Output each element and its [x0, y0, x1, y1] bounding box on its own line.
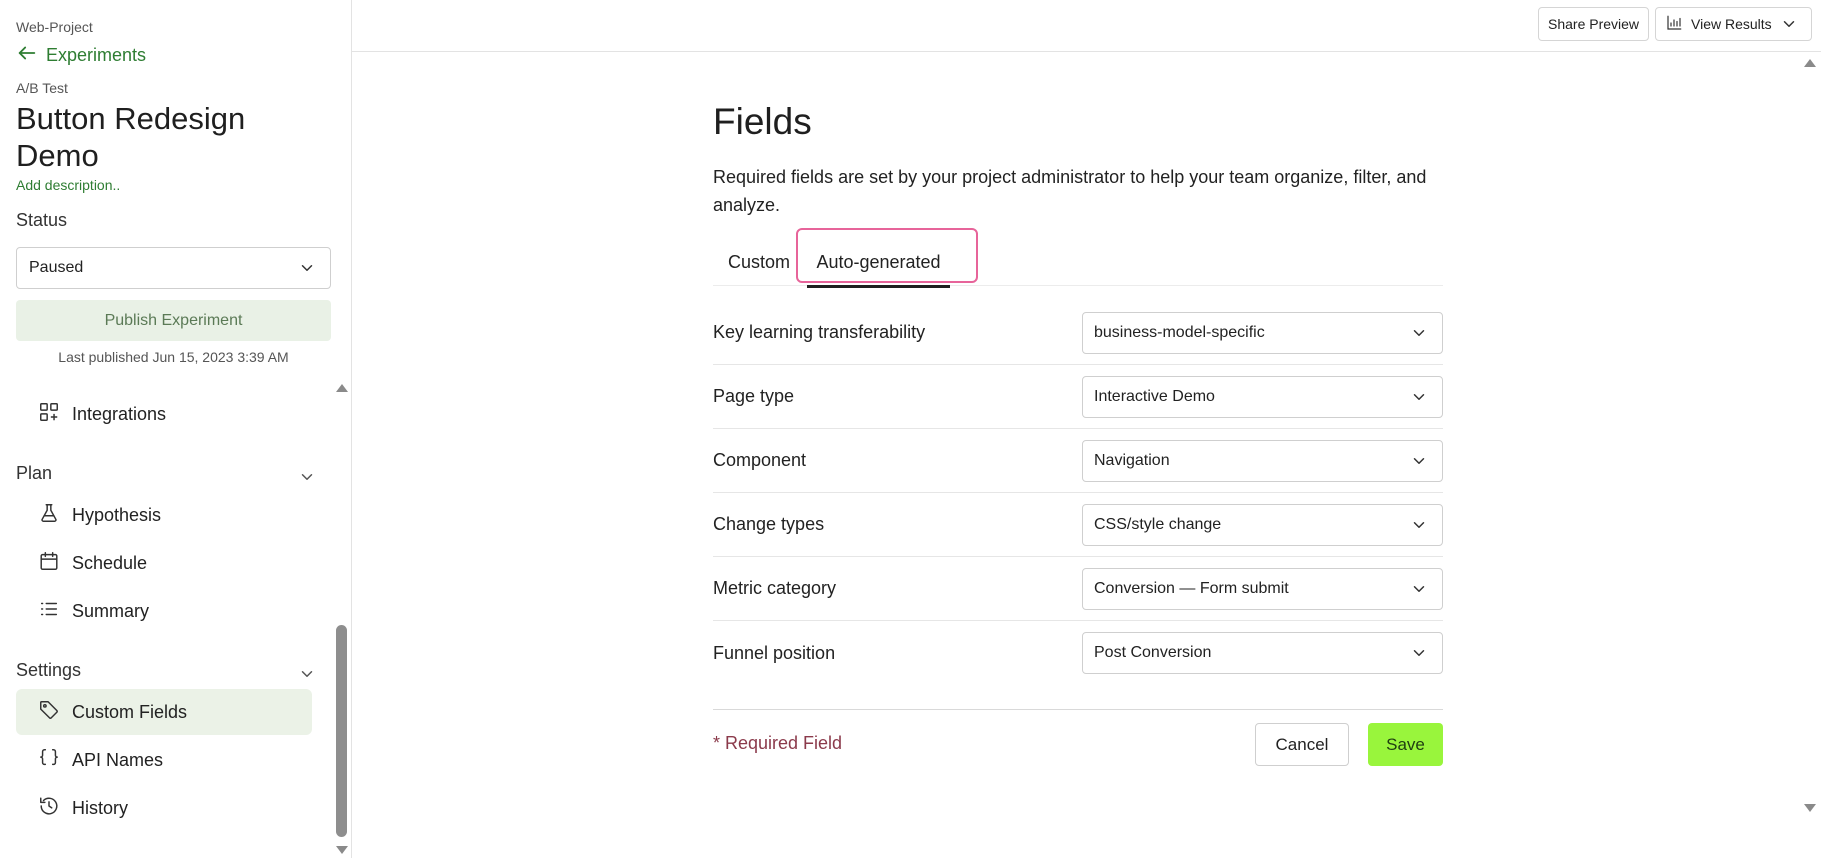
sidebar-item-label: History	[72, 797, 129, 818]
field-label: Page type	[713, 386, 795, 406]
key-learning-transferability-select[interactable]: business-model-specific	[1082, 311, 1443, 354]
add-description-link[interactable]: Add description..	[16, 177, 120, 193]
braces-icon	[38, 747, 60, 774]
section-settings-label: Settings	[16, 659, 82, 680]
select-value: Navigation	[1094, 451, 1170, 469]
field-label: Component	[713, 450, 807, 470]
field-label: Metric category	[713, 578, 837, 598]
back-link-label: Experiments	[46, 45, 147, 65]
funnel-position-select[interactable]: Post Conversion	[1082, 632, 1443, 674]
field-row: Metric category Conversion — Form submit	[713, 557, 1443, 621]
select-value: business-model-specific	[1094, 323, 1265, 341]
status-label: Status	[16, 210, 68, 230]
sidebar-item-integrations[interactable]: Integrations	[16, 391, 312, 437]
cancel-button[interactable]: Cancel	[1255, 723, 1349, 766]
main-scroll-down-arrow[interactable]	[1804, 804, 1816, 812]
history-icon	[38, 795, 60, 822]
field-label: Funnel position	[713, 642, 836, 663]
status-value: Paused	[29, 259, 84, 276]
page-type-select[interactable]: Interactive Demo	[1082, 375, 1443, 418]
chevron-down-icon	[1410, 644, 1428, 662]
sidebar-scroll-up-arrow[interactable]	[336, 384, 348, 392]
sidebar-item-schedule[interactable]: Schedule	[16, 540, 312, 586]
select-value: Post Conversion	[1094, 644, 1212, 661]
sidebar-item-api-names[interactable]: API Names	[16, 737, 312, 783]
tab-auto-generated-label: Auto-generated	[816, 251, 941, 272]
save-button[interactable]: Save	[1368, 723, 1443, 766]
tag-icon	[38, 699, 60, 726]
chevron-down-icon	[1410, 580, 1428, 598]
sidebar-item-label: API Names	[72, 749, 164, 770]
metric-category-select[interactable]: Conversion — Form submit	[1082, 567, 1443, 610]
chevron-down-icon	[1410, 324, 1428, 342]
experiment-title: Button Redesign Demo	[16, 101, 246, 173]
page-description: Required fields are set by your project …	[713, 167, 1427, 215]
sidebar-item-label: Summary	[72, 600, 150, 621]
flask-icon	[38, 502, 60, 529]
chevron-down-icon	[1410, 452, 1428, 470]
field-label: Change types	[713, 514, 825, 534]
chevron-down-icon	[298, 460, 316, 486]
field-row: Page type Interactive Demo	[713, 365, 1443, 429]
publish-experiment-button[interactable]: Publish Experiment	[16, 300, 331, 341]
sidebar-item-custom-fields[interactable]: Custom Fields	[16, 689, 312, 735]
chevron-down-icon	[298, 657, 316, 683]
sidebar-scroll-down-arrow[interactable]	[336, 846, 348, 854]
select-value: CSS/style change	[1094, 515, 1222, 533]
calendar-icon	[38, 550, 60, 577]
select-value: Conversion — Form submit	[1094, 579, 1289, 597]
change-types-select[interactable]: CSS/style change	[1082, 503, 1443, 546]
component-select[interactable]: Navigation	[1082, 439, 1443, 482]
chevron-down-icon	[1410, 516, 1428, 534]
sidebar-item-history[interactable]: History	[16, 785, 312, 831]
main-scroll-up-arrow[interactable]	[1804, 59, 1816, 67]
sidebar-item-label: Custom Fields	[72, 701, 188, 722]
status-select[interactable]: Paused	[16, 247, 331, 289]
fields-tabs: Custom Auto-generated	[713, 228, 1443, 288]
view-results-button[interactable]: View Results	[1655, 7, 1812, 41]
top-toolbar: Share Preview View Results	[352, 0, 1821, 52]
sidebar-item-label: Integrations	[72, 403, 167, 424]
sidebar-item-hypothesis[interactable]: Hypothesis	[16, 492, 312, 538]
sidebar: Web-Project Experiments A/B Test Button …	[0, 0, 352, 858]
required-field-note: * Required Field	[713, 733, 843, 753]
sidebar-item-summary[interactable]: Summary	[16, 588, 312, 634]
form-footer-divider	[713, 709, 1443, 710]
tab-auto-generated[interactable]: Auto-generated	[807, 238, 950, 288]
integrations-icon	[38, 401, 60, 428]
experiment-type: A/B Test	[16, 80, 68, 96]
breadcrumb-project: Web-Project	[16, 19, 93, 35]
chevron-down-icon	[298, 259, 316, 277]
page-title: Fields	[713, 101, 812, 142]
tab-custom[interactable]: Custom	[728, 238, 790, 286]
sidebar-nav: Integrations Plan Hypothesis Schedule Su	[0, 380, 352, 858]
sidebar-item-label: Schedule	[72, 552, 148, 573]
view-results-label: View Results	[1691, 16, 1772, 32]
section-plan[interactable]: Plan	[16, 460, 316, 486]
sidebar-item-label: Hypothesis	[72, 504, 162, 525]
back-to-experiments-link[interactable]: Experiments	[16, 42, 146, 69]
chevron-down-icon	[1780, 15, 1798, 33]
field-row: Change types CSS/style change	[713, 493, 1443, 557]
bar-chart-icon	[1665, 14, 1683, 35]
section-settings[interactable]: Settings	[16, 657, 316, 683]
list-icon	[38, 598, 60, 625]
arrow-left-icon	[16, 42, 38, 69]
chevron-down-icon	[1410, 388, 1428, 406]
select-value: Interactive Demo	[1094, 387, 1215, 405]
field-row: Key learning transferability business-mo…	[713, 301, 1443, 365]
field-row: Funnel position Post Conversion	[713, 621, 1443, 685]
field-label: Key learning transferability	[713, 322, 926, 342]
section-plan-label: Plan	[16, 462, 53, 483]
fields-panel: Fields Required fields are set by your p…	[713, 100, 1443, 766]
active-tab-underline	[807, 285, 950, 288]
share-preview-button[interactable]: Share Preview	[1538, 7, 1650, 41]
field-row: Component Navigation	[713, 429, 1443, 493]
last-published-text: Last published Jun 15, 2023 3:39 AM	[58, 349, 289, 365]
sidebar-scrollbar-thumb[interactable]	[336, 625, 347, 837]
